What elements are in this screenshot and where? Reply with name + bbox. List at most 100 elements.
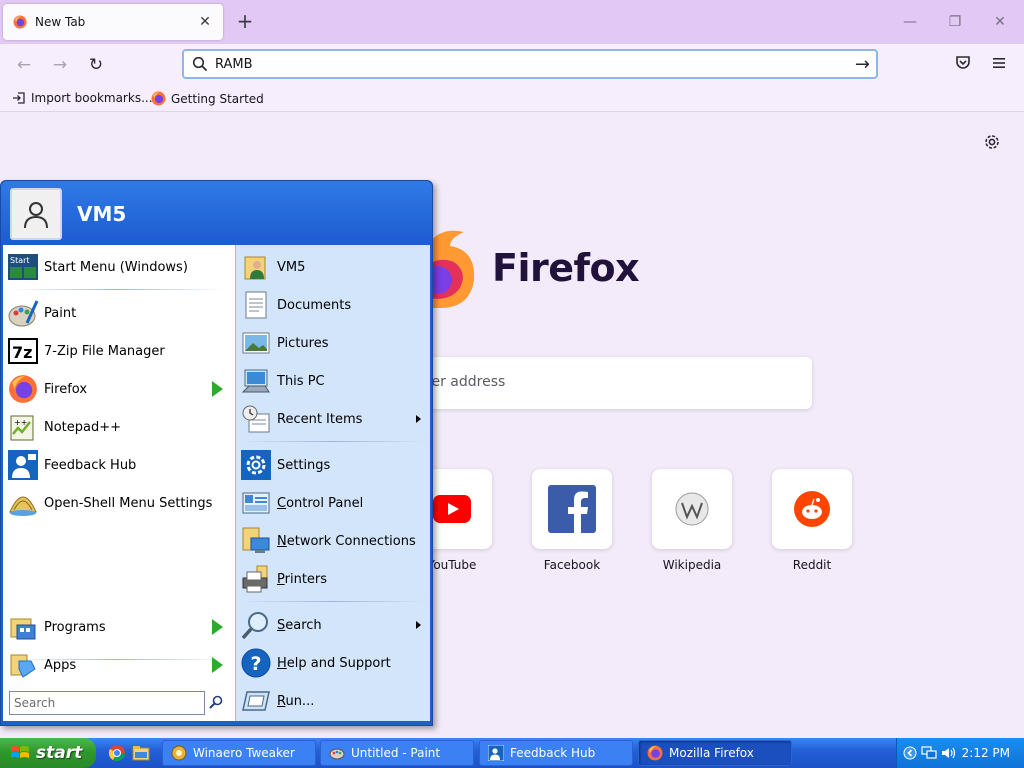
taskbar-button-feedback-hub[interactable]: Feedback Hub [479, 740, 633, 766]
taskbar-button-mozilla-firefox[interactable]: Mozilla Firefox [638, 740, 792, 766]
facebook-icon [548, 485, 596, 533]
taskbar-button-untitled-paint[interactable]: Untitled - Paint [320, 740, 474, 766]
start-item-notepadpp[interactable]: ++ Notepad++ [7, 409, 233, 445]
file-explorer-icon[interactable] [132, 744, 150, 762]
hamburger-menu-icon[interactable] [988, 54, 1010, 76]
url-bar[interactable]: RAMB → [182, 49, 878, 79]
start-search-input[interactable]: Search [9, 691, 205, 715]
start-item-network-connections[interactable]: Network Connections [240, 523, 429, 559]
start-item-feedback-hub[interactable]: Feedback Hub [7, 447, 233, 483]
shortcut-wikipedia[interactable] [652, 469, 732, 549]
start-item-label: Notepad++ [44, 419, 122, 435]
newtab-search-input[interactable]: ter address [418, 357, 812, 409]
settings-icon [240, 449, 272, 481]
start-button-label: start [36, 743, 83, 763]
start-item-control-panel[interactable]: Control Panel [240, 485, 429, 521]
firefox-icon [7, 373, 39, 405]
start-item-run[interactable]: Run... [240, 683, 429, 719]
start-item-label: VM5 [277, 259, 306, 275]
start-item-recent-items[interactable]: Recent Items [240, 401, 429, 437]
search-icon [192, 56, 208, 72]
start-item-7zip[interactable]: 7z 7-Zip File Manager [7, 333, 233, 369]
shortcut-label-reddit: Reddit [792, 558, 832, 572]
new-tab-button[interactable]: + [234, 10, 256, 32]
start-item-label: Control Panel [277, 495, 364, 511]
printers-icon [240, 563, 272, 595]
start-menu-icon: Start [7, 251, 39, 283]
restore-button[interactable]: ❐ [942, 10, 968, 34]
network-tray-icon[interactable] [921, 746, 937, 760]
shortcut-label-wikipedia: Wikipedia [662, 558, 722, 572]
minimize-button[interactable]: — [897, 10, 923, 34]
start-button[interactable]: start [0, 738, 96, 768]
start-item-vm5-folder[interactable]: VM5 [240, 249, 429, 285]
bookmark-label: Import bookmarks... [31, 91, 153, 105]
reload-icon[interactable]: ↻ [85, 54, 107, 76]
tab-title: New Tab [35, 15, 86, 29]
forward-arrow-icon[interactable]: → [49, 54, 71, 76]
start-menu-header: VM5 [1, 181, 432, 245]
chrome-icon[interactable] [108, 744, 126, 762]
start-item-documents[interactable]: Documents [240, 287, 429, 323]
clock[interactable]: 2:12 PM [962, 746, 1010, 760]
start-item-label: Help and Support [277, 655, 391, 671]
volume-icon[interactable] [941, 746, 957, 760]
start-item-label: Paint [44, 305, 77, 321]
shortcut-facebook[interactable] [532, 469, 612, 549]
this-pc-icon [240, 365, 272, 397]
7zip-icon: 7z [7, 335, 39, 367]
programs-icon [7, 611, 39, 643]
start-item-label: Pictures [277, 335, 329, 351]
url-input[interactable]: RAMB [215, 57, 253, 72]
show-hidden-icons-icon[interactable] [903, 746, 917, 760]
start-item-start-menu-windows[interactable]: Start Start Menu (Windows) [7, 249, 233, 285]
svg-text:?: ? [251, 653, 262, 675]
shortcut-reddit[interactable] [772, 469, 852, 549]
notepadpp-icon: ++ [7, 411, 39, 443]
bookmark-label: Getting Started [171, 91, 264, 106]
search-icon[interactable] [209, 695, 223, 709]
avatar[interactable] [10, 188, 62, 240]
pocket-icon[interactable] [952, 54, 974, 76]
firefox-icon [647, 745, 663, 761]
tab-close-icon[interactable]: ✕ [195, 12, 215, 32]
start-search-placeholder: Search [14, 696, 56, 710]
taskbar-button-label: Feedback Hub [510, 746, 596, 760]
start-item-settings[interactable]: Settings [240, 447, 429, 483]
reddit-icon [794, 491, 830, 527]
start-item-search[interactable]: Search [240, 607, 429, 643]
open-shell-icon [7, 487, 39, 519]
run-icon [240, 685, 272, 717]
recent-items-icon [240, 403, 272, 435]
help-icon: ? [240, 647, 272, 679]
bookmark-getting-started[interactable]: Getting Started [151, 91, 264, 106]
start-item-programs[interactable]: Programs [7, 609, 233, 645]
start-item-help-and-support[interactable]: ? Help and Support [240, 645, 429, 681]
start-item-label: Documents [277, 297, 352, 313]
taskbar-button-label: Mozilla Firefox [669, 746, 754, 760]
start-item-open-shell-settings[interactable]: Open-Shell Menu Settings [7, 485, 233, 521]
taskbar: start Winaero Tweaker Untitled - Paint F… [0, 738, 1024, 768]
start-item-label: Search [277, 617, 322, 633]
svg-text:++: ++ [14, 418, 27, 427]
start-menu: VM5 Start Start Menu (Windows) Paint 7z … [0, 180, 433, 726]
bookmark-import[interactable]: Import bookmarks... [12, 91, 153, 105]
youtube-icon [433, 495, 471, 523]
start-item-firefox[interactable]: Firefox [7, 371, 233, 407]
svg-text:7z: 7z [12, 343, 32, 362]
separator [11, 289, 225, 290]
tab-new-tab[interactable]: New Tab ✕ [3, 4, 223, 40]
submenu-arrow-icon [212, 619, 223, 635]
taskbar-button-winaero-tweaker[interactable]: Winaero Tweaker [162, 740, 316, 766]
feedback-hub-icon [488, 745, 504, 761]
start-item-this-pc[interactable]: This PC [240, 363, 429, 399]
start-item-printers[interactable]: Printers [240, 561, 429, 597]
start-item-paint[interactable]: Paint [7, 295, 233, 331]
windows-logo-icon [11, 746, 29, 758]
start-item-pictures[interactable]: Pictures [240, 325, 429, 361]
close-window-button[interactable]: ✕ [987, 10, 1013, 34]
settings-gear-icon[interactable] [982, 132, 1002, 152]
back-arrow-icon[interactable]: ← [13, 54, 35, 76]
go-arrow-icon[interactable]: → [855, 54, 870, 75]
start-item-apps[interactable]: Apps [7, 647, 233, 683]
